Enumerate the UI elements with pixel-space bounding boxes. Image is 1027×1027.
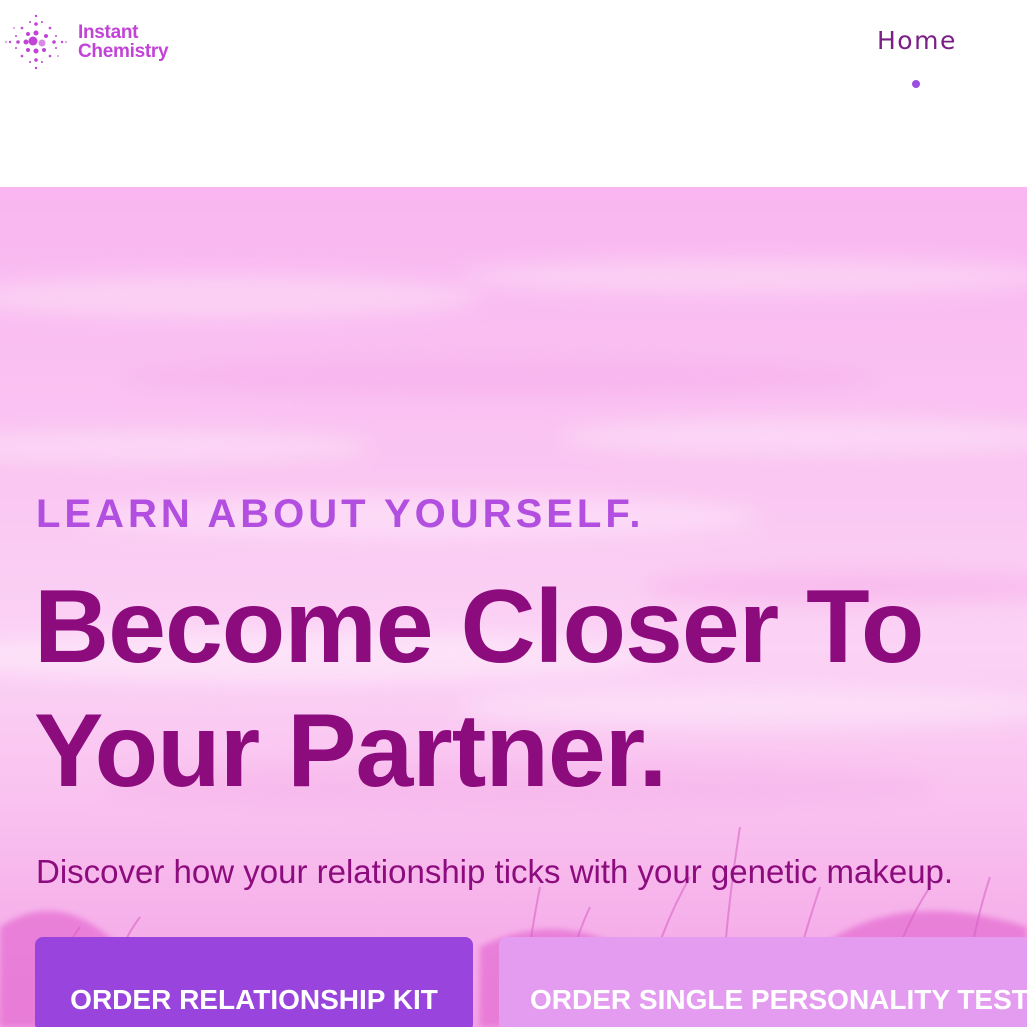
hero-section: LEARN ABOUT YOURSELF. Become Closer To Y…	[0, 187, 1027, 1027]
logo-wordmark: Instant Chemistry	[78, 22, 169, 62]
hero-subtitle: Discover how your relationship ticks wit…	[36, 853, 954, 890]
logo-link[interactable]: Instant Chemistry	[4, 10, 169, 74]
site-header: Instant Chemistry Home	[0, 0, 1027, 187]
logo-line-1: Instant	[78, 22, 139, 43]
order-single-personality-test-button[interactable]: ORDER SINGLE PERSONALITY TEST	[499, 937, 1027, 1027]
hero-title-line-1: Become Closer To	[34, 569, 924, 685]
page: Instant Chemistry Home LEARN ABOUT YOURS…	[0, 0, 1027, 1027]
hero-title: Become Closer To Your Partner.	[34, 565, 1014, 813]
logo-line-2: Chemistry	[78, 41, 169, 62]
sparkle-molecule-icon	[5, 14, 67, 70]
hero-title-line-2: Your Partner.	[34, 693, 667, 809]
order-relationship-kit-button[interactable]: ORDER RELATIONSHIP KIT	[35, 937, 473, 1027]
hero-eyebrow: LEARN ABOUT YOURSELF.	[36, 492, 645, 536]
nav-active-indicator	[912, 80, 920, 88]
nav-home-link[interactable]: Home	[877, 26, 957, 55]
